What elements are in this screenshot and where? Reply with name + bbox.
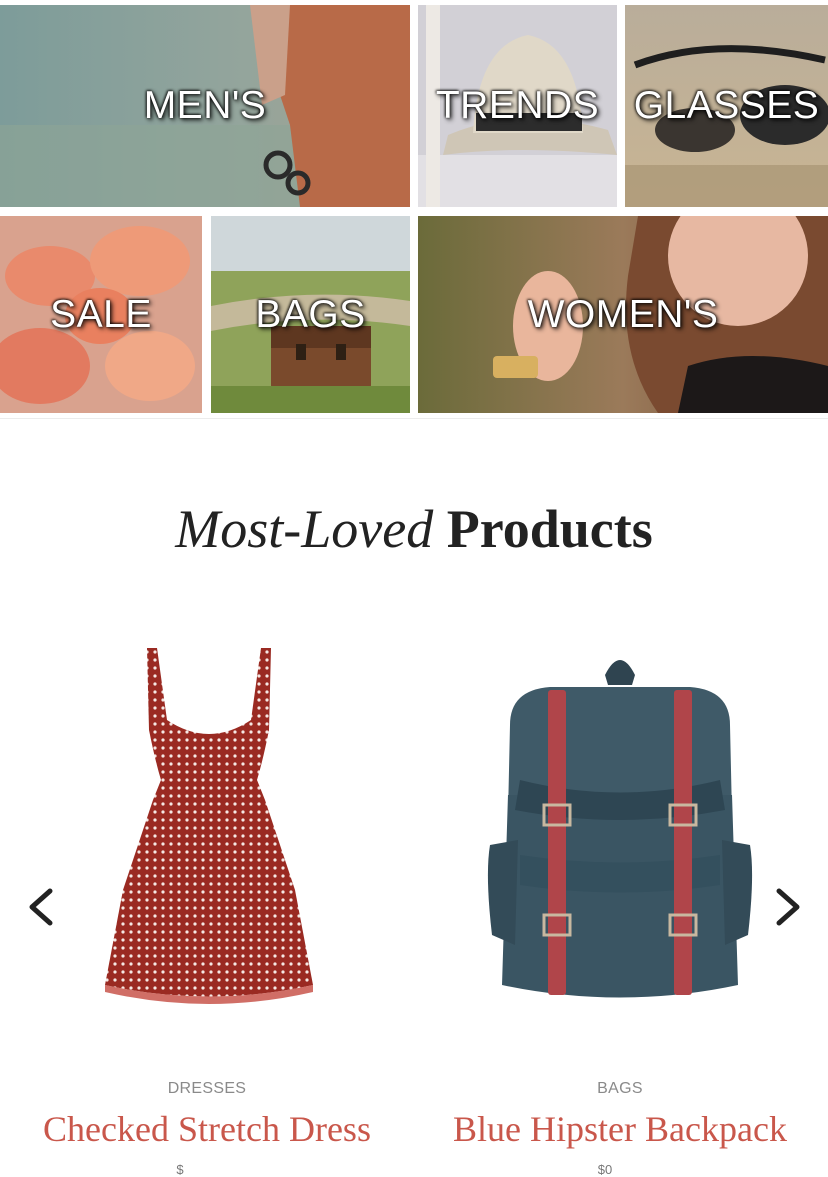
section-title: Most-Loved Products [0,498,828,560]
category-label-womens: WOMEN'S [527,292,719,336]
product-image-backpack[interactable] [480,645,760,1015]
product-category: BAGS [597,1080,643,1097]
category-label-sale: SALE [50,292,152,336]
product-name-link[interactable]: Blue Hipster Backpack [420,1108,820,1150]
category-label-glasses: GLASSES [633,84,820,127]
category-tile-sale[interactable]: SALE [0,216,202,413]
product-price: $0 [597,1162,613,1177]
category-label-mens: MEN'S [143,84,267,127]
chevron-left-icon[interactable] [22,885,62,929]
product-image-dress[interactable] [95,640,323,1025]
section-divider [0,418,828,419]
category-tile-bags[interactable]: BAGS [211,216,410,413]
section-title-bold: Products [446,499,653,559]
category-tile-trends[interactable]: TRENDS [418,5,617,207]
category-tile-mens[interactable]: MEN'S [0,5,410,207]
category-tile-womens[interactable]: WOMEN'S [418,216,828,413]
section-title-italic: Most-Loved [175,499,434,559]
category-tile-glasses[interactable]: GLASSES [625,5,828,207]
category-label-trends: TRENDS [435,84,600,127]
product-category: DRESSES [167,1080,247,1097]
chevron-right-icon[interactable] [767,885,807,929]
product-name-link[interactable]: Checked Stretch Dress [7,1108,407,1150]
category-label-bags: BAGS [255,292,366,336]
product-price: $ [176,1162,184,1177]
